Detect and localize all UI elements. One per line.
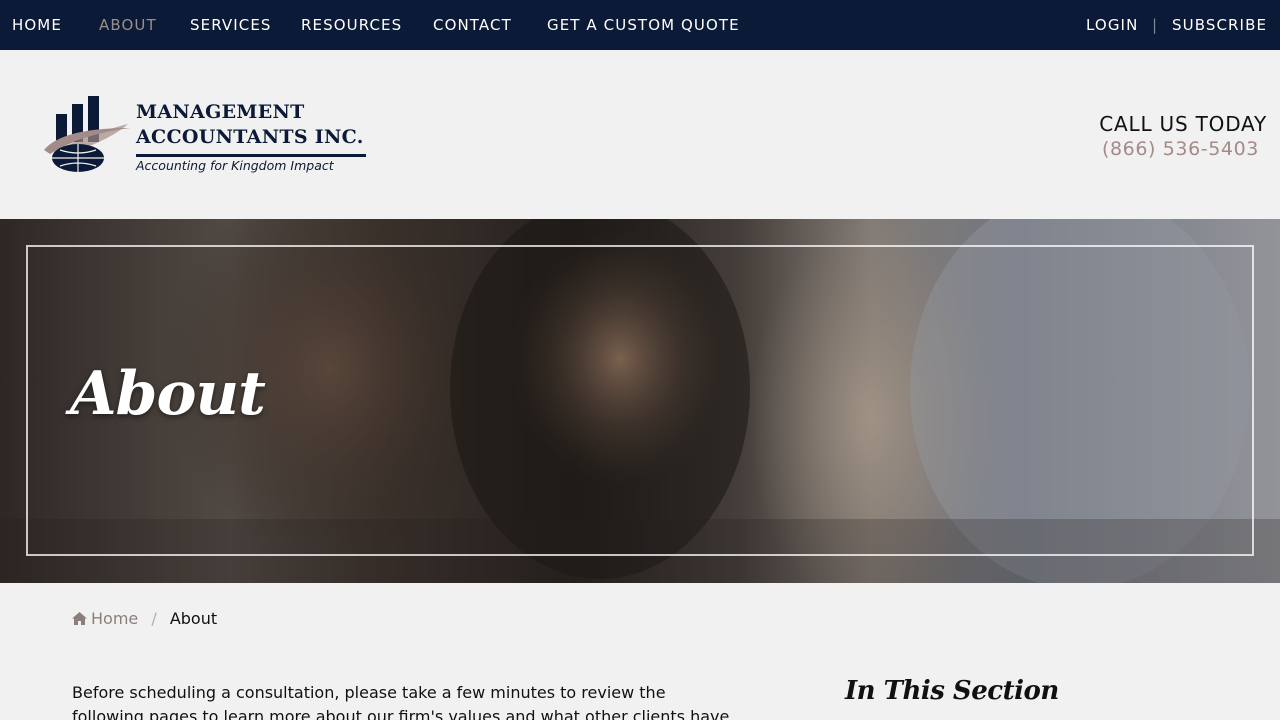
call-us-title: CALL US TODAY	[1099, 112, 1267, 136]
in-this-section-heading: In This Section	[845, 676, 1059, 706]
nav-resources[interactable]: RESOURCES	[301, 0, 402, 50]
page-title: About	[70, 359, 266, 429]
logo-line-2: ACCOUNTANTS INC.	[136, 126, 364, 148]
logo-line-1: MANAGEMENT	[136, 101, 305, 123]
nav-separator: |	[1152, 16, 1158, 34]
nav-home[interactable]: HOME	[12, 0, 62, 50]
logo-tagline: Accounting for Kingdom Impact	[136, 158, 334, 173]
logo-divider	[136, 154, 366, 157]
nav-login[interactable]: LOGIN	[1086, 0, 1138, 50]
intro-paragraph: Before scheduling a consultation, please…	[72, 683, 730, 720]
nav-about[interactable]: ABOUT	[99, 0, 157, 50]
breadcrumb: Home / About	[72, 609, 217, 628]
nav-subscribe[interactable]: SUBSCRIBE	[1172, 0, 1267, 50]
home-icon	[72, 612, 87, 625]
top-navigation: HOME ABOUT SERVICES RESOURCES CONTACT GE…	[0, 0, 1280, 50]
breadcrumb-home-label: Home	[91, 609, 139, 628]
site-header: MANAGEMENT ACCOUNTANTS INC. Accounting f…	[0, 50, 1280, 219]
logo-bar-chart-globe-icon	[44, 96, 130, 172]
hero-banner: About	[0, 219, 1280, 583]
breadcrumb-current: About	[169, 609, 218, 628]
nav-contact[interactable]: CONTACT	[433, 0, 512, 50]
call-us-block: CALL US TODAY (866) 536-5403	[1099, 112, 1267, 160]
nav-services[interactable]: SERVICES	[190, 0, 272, 50]
site-logo[interactable]: MANAGEMENT ACCOUNTANTS INC. Accounting f…	[42, 94, 372, 176]
breadcrumb-home-link[interactable]: Home	[72, 609, 143, 628]
phone-link[interactable]: (866) 536-5403	[1099, 138, 1267, 160]
breadcrumb-separator: /	[151, 609, 157, 628]
nav-custom-quote[interactable]: GET A CUSTOM QUOTE	[547, 0, 740, 50]
logo-company-name: MANAGEMENT ACCOUNTANTS INC.	[136, 100, 364, 150]
